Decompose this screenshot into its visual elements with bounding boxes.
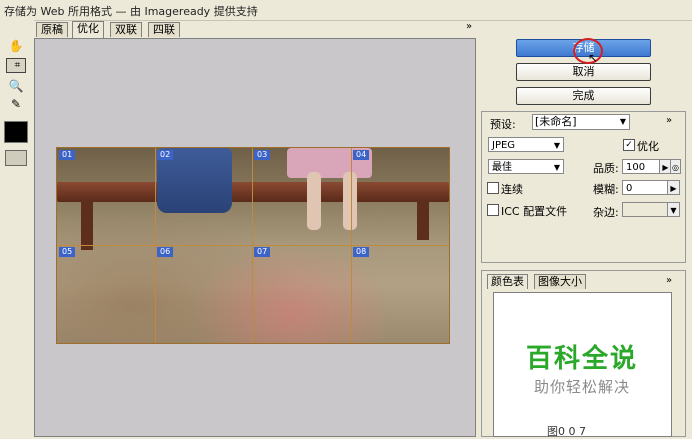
- color-count-text: 图0 0 7: [547, 425, 586, 438]
- quality-level-select[interactable]: 最佳 ▼: [488, 159, 564, 174]
- progressive-checkbox[interactable]: [487, 182, 499, 194]
- slice-badge[interactable]: 02: [157, 150, 174, 160]
- done-button[interactable]: 完成: [516, 87, 651, 105]
- figure-leg-shape: [307, 172, 321, 230]
- tool-column: ✋ ⌗ 🔍 ✎: [0, 20, 34, 435]
- preset-select[interactable]: [未命名] ▼: [532, 114, 630, 130]
- tab-2up[interactable]: 双联: [110, 22, 142, 37]
- slice-badge[interactable]: 05: [59, 247, 76, 257]
- window-title: 存储为 Web 所用格式 — 由 Imageready 提供支持: [4, 5, 258, 18]
- watermark-title: 百科全说: [525, 344, 638, 374]
- bench-shape: [57, 182, 449, 202]
- slice-badge[interactable]: 08: [353, 247, 370, 257]
- slice-badge[interactable]: 03: [254, 150, 271, 160]
- preset-value: [未命名]: [535, 115, 577, 128]
- icc-profile-checkbox[interactable]: [487, 204, 499, 216]
- figure-leg-shape: [343, 172, 357, 230]
- slice-divider: [57, 245, 449, 246]
- toggle-slice-visibility-icon[interactable]: [5, 150, 27, 166]
- slice-badge[interactable]: 04: [353, 150, 370, 160]
- chevron-down-icon: ▼: [619, 117, 626, 126]
- optimized-checkbox[interactable]: ✓: [623, 139, 635, 151]
- tab-color-table[interactable]: 颜色表: [487, 274, 528, 289]
- tab-original[interactable]: 原稿: [36, 22, 68, 37]
- optimized-label: 优化: [637, 140, 659, 153]
- quality-label: 品质:: [593, 162, 619, 175]
- eyedropper-color-swatch[interactable]: [4, 121, 28, 143]
- quality-level-value: 最佳: [492, 162, 512, 173]
- tab-overflow-icon[interactable]: »: [466, 21, 472, 32]
- slice-select-tool-icon[interactable]: ⌗: [6, 58, 26, 73]
- color-panel-overflow-icon[interactable]: »: [666, 275, 672, 286]
- bench-leg-shape: [417, 200, 429, 240]
- watermark-subtitle: 助你轻松解决: [533, 378, 630, 396]
- preview-image[interactable]: 01 02 03 04 05 06 07 08: [56, 147, 450, 344]
- tab-4up[interactable]: 四联: [148, 22, 180, 37]
- format-select[interactable]: JPEG ▼: [488, 137, 564, 152]
- blur-arrow-icon[interactable]: ▶: [667, 180, 680, 195]
- view-tabs: 原稿 优化 双联 四联: [34, 21, 474, 38]
- mouse-cursor-icon: ↖: [588, 51, 599, 65]
- hand-tool-icon[interactable]: ✋: [6, 38, 26, 54]
- panel-overflow-icon[interactable]: »: [666, 115, 672, 126]
- matte-label: 杂边:: [593, 206, 619, 219]
- progressive-label: 连续: [501, 183, 523, 196]
- eyedropper-tool-icon[interactable]: ✎: [6, 96, 26, 112]
- chevron-down-icon: ▼: [553, 141, 560, 150]
- quality-link-icon[interactable]: ◎: [670, 159, 681, 174]
- format-value: JPEG: [492, 140, 516, 151]
- preset-label: 预设:: [490, 118, 516, 131]
- chevron-down-icon: ▼: [553, 163, 560, 172]
- quality-input[interactable]: 100: [622, 159, 660, 174]
- tab-optimized[interactable]: 优化: [72, 21, 104, 38]
- slice-badge[interactable]: 07: [254, 247, 271, 257]
- bench-leg-shape: [81, 200, 93, 250]
- slice-badge[interactable]: 01: [59, 150, 76, 160]
- icc-profile-label: ICC 配置文件: [501, 205, 568, 218]
- title-bar: 存储为 Web 所用格式 — 由 Imageready 提供支持: [0, 0, 692, 21]
- zoom-tool-icon[interactable]: 🔍: [6, 78, 26, 94]
- chevron-down-icon[interactable]: ▼: [667, 202, 680, 217]
- slice-badge[interactable]: 06: [157, 247, 174, 257]
- cancel-button[interactable]: 取消: [516, 63, 651, 81]
- watermark: 百科全说 助你轻松解决: [494, 328, 670, 408]
- blur-input[interactable]: 0: [622, 180, 668, 195]
- tab-image-size[interactable]: 图像大小: [534, 274, 586, 289]
- matte-swatch[interactable]: [622, 202, 668, 217]
- blur-label: 模糊:: [593, 183, 619, 196]
